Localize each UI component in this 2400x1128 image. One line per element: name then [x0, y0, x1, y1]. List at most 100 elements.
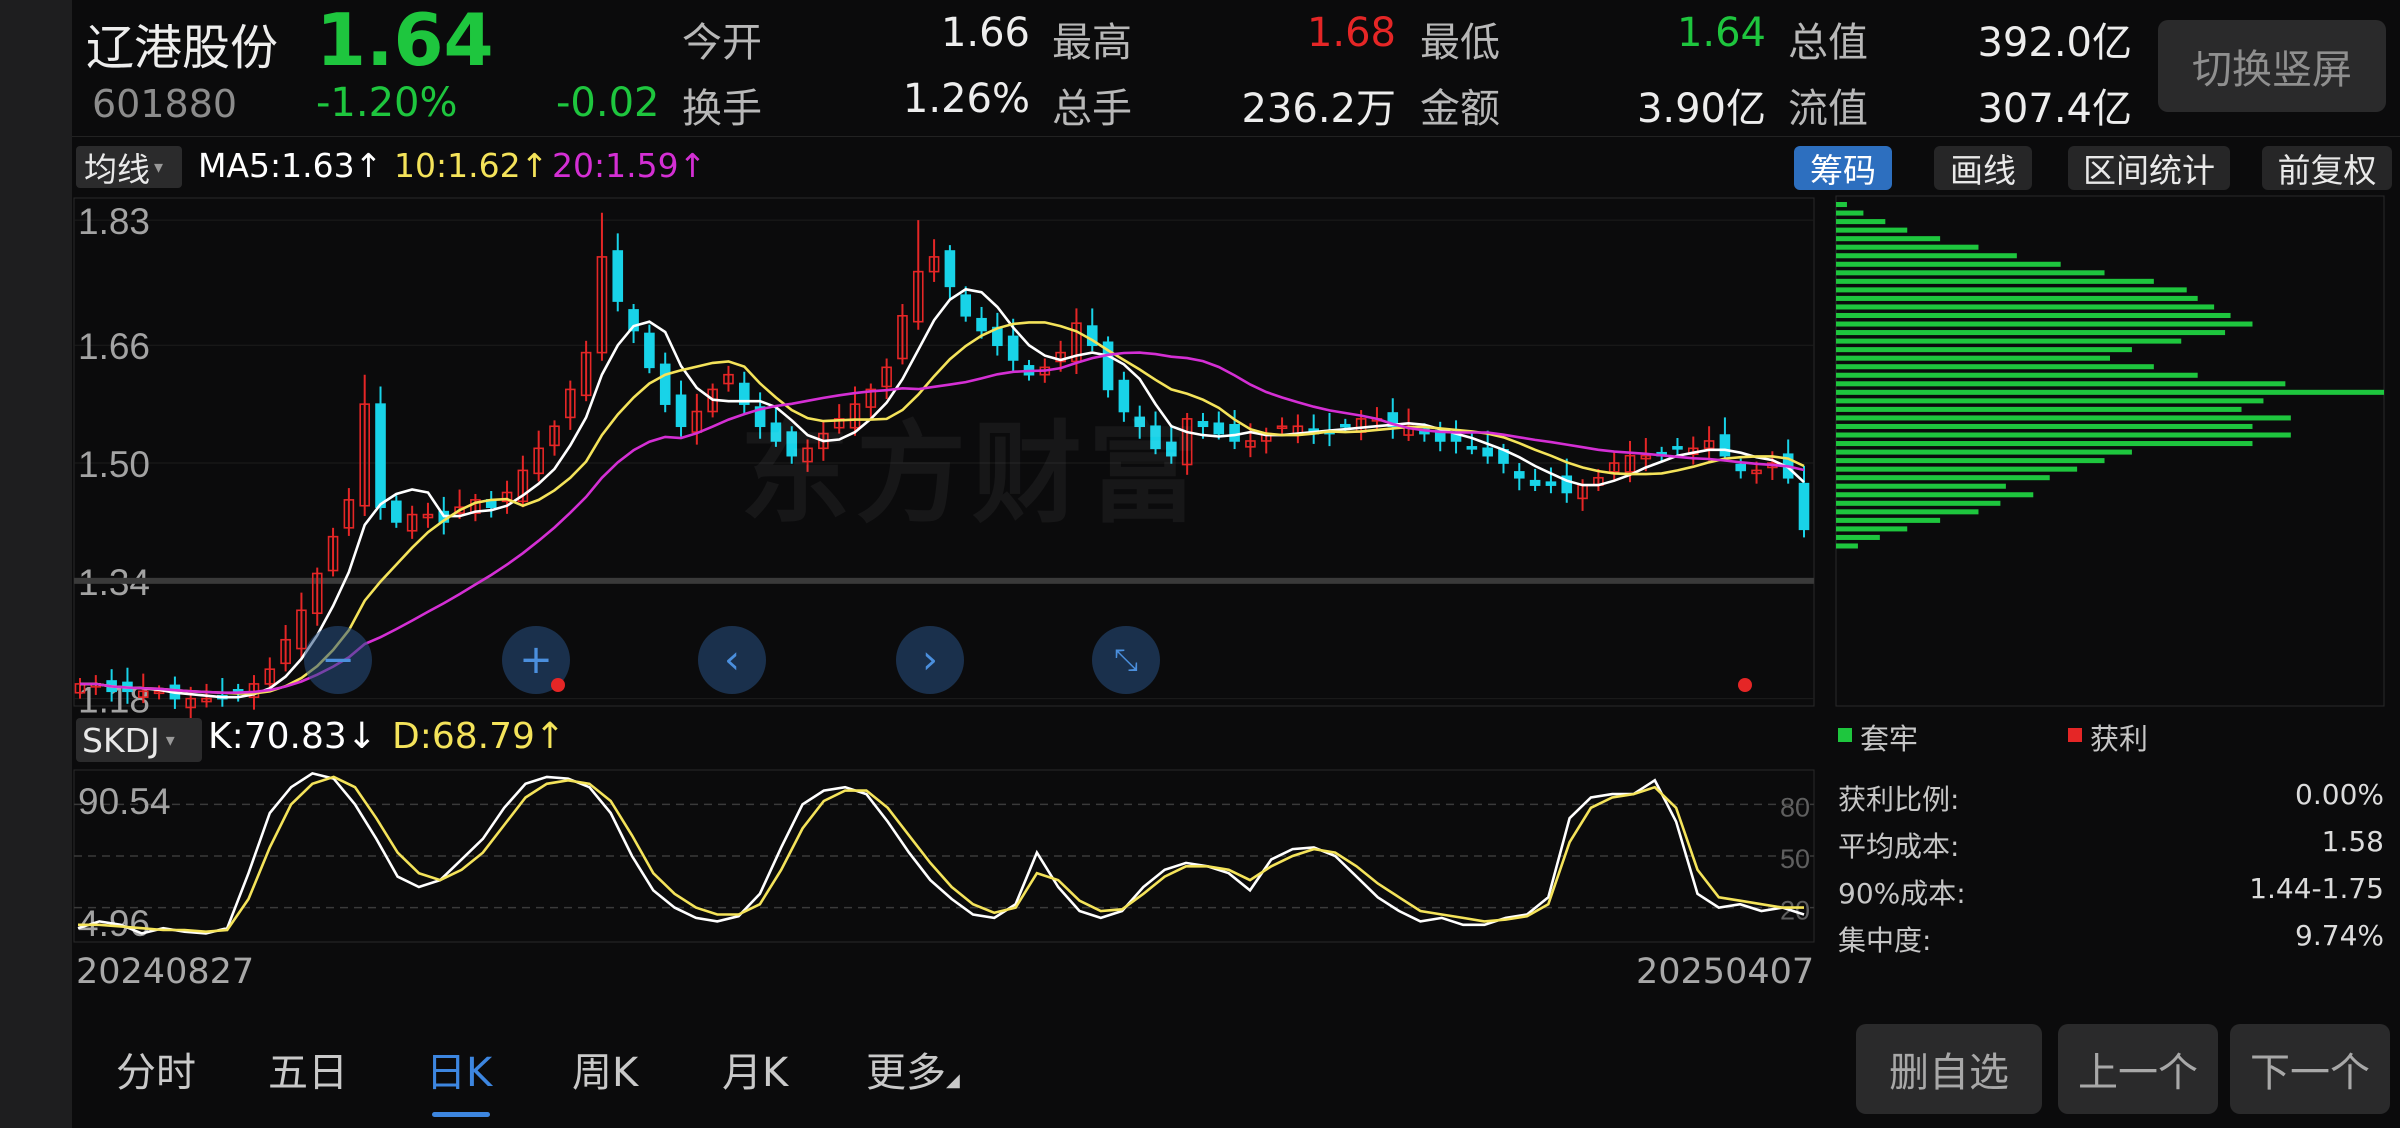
chart-canvas: 1.831.661.501.341.18 80502090.544.96 [73, 195, 2385, 944]
chip-bar [1836, 219, 1886, 225]
d-value: D:68.79↑ [392, 716, 566, 757]
chip-bar [1836, 330, 2226, 336]
chevron-down-icon: ▾ [165, 729, 175, 751]
candle-body [1719, 434, 1731, 457]
active-tab-underline [432, 1112, 490, 1117]
chip-bar [1836, 517, 1941, 523]
chip-bar [1836, 406, 2242, 412]
tab-monthly-k[interactable]: 月K [722, 1040, 788, 1098]
chip-bar [1836, 321, 2253, 327]
candle-body [1229, 423, 1240, 442]
candle-body [1466, 446, 1478, 450]
profit-ratio-label: 获利比例: [1838, 783, 1960, 816]
scroll-right-button[interactable]: › [896, 626, 964, 694]
chip-bar [1836, 483, 2006, 489]
skdj-right-tick: 80 [1780, 792, 1810, 822]
zoom-out-button[interactable]: − [304, 626, 372, 694]
chip-bar [1836, 398, 2264, 404]
tab-five-day[interactable]: 五日 [268, 1040, 348, 1098]
chip-bar [1836, 389, 2384, 395]
skdj-tick-high: 90.54 [78, 781, 171, 822]
loss-legend-label: 套牢 [1860, 722, 1919, 756]
watermark: 东方财富 [740, 410, 1204, 538]
avg-cost-value: 1.58 [2321, 825, 2384, 858]
chip-bar [1836, 210, 1864, 216]
chip-bar [1836, 526, 1908, 532]
chip-bar [1836, 509, 1979, 515]
collapse-button[interactable]: ⤡ [1092, 626, 1160, 694]
chip-bar [1836, 287, 2187, 293]
tab-more[interactable]: 更多◢ [866, 1040, 960, 1098]
k-value: K:70.83↓ [208, 716, 377, 757]
candle-body [675, 394, 687, 428]
remove-watchlist-button[interactable]: 删自选 [1856, 1024, 2042, 1114]
chip-bar [1836, 543, 1858, 549]
candle-body [612, 250, 624, 302]
candle-body [1735, 463, 1747, 472]
profit-legend-label: 获利 [2090, 722, 2149, 756]
scroll-left-button[interactable]: ‹ [698, 626, 766, 694]
event-marker-dot[interactable] [1738, 678, 1752, 692]
start-date: 20240827 [76, 952, 255, 992]
chip-bar [1836, 304, 2215, 310]
tab-daily-k[interactable]: 日K [426, 1040, 492, 1098]
chevron-right-icon: › [922, 637, 938, 683]
tab-more-label: 更多 [866, 1050, 946, 1096]
tab-weekly-k[interactable]: 周K [572, 1040, 638, 1098]
chip-bar [1836, 312, 2231, 319]
chip-bar [1836, 338, 2182, 344]
chip-bar [1836, 381, 2286, 387]
candle-body [1482, 447, 1493, 457]
minus-icon: − [321, 637, 355, 683]
chevron-left-icon: ‹ [724, 637, 740, 683]
candle-body [1514, 471, 1525, 479]
chip-bar [1836, 449, 2132, 455]
candle-body [1213, 422, 1225, 435]
chip-bar [1836, 372, 2198, 378]
y-tick-label: 1.83 [78, 201, 150, 242]
chip-bar [1836, 534, 1880, 540]
chip-bar [1836, 261, 2061, 267]
tab-intraday[interactable]: 分时 [116, 1040, 196, 1098]
candle-body [960, 294, 972, 317]
concentration-label: 集中度: [1838, 924, 1932, 957]
chip-bar [1836, 466, 2078, 472]
candle-body [1798, 482, 1810, 531]
profit-legend-swatch [2068, 728, 2082, 742]
profit-ratio-value: 0.00% [2295, 778, 2384, 811]
end-date: 20250407 [1636, 952, 1815, 992]
chip-bar [1836, 347, 2132, 353]
y-tick-label: 1.66 [78, 326, 150, 367]
skdj-chart: 80502090.544.96 [73, 769, 1815, 944]
chip-bar [1836, 244, 1979, 250]
chip-bar [1836, 458, 2105, 464]
chip-bar [1836, 432, 2291, 438]
candle-body [1529, 479, 1541, 486]
candle-body [644, 332, 655, 369]
reference-band [74, 577, 1814, 584]
chip-bar [1836, 415, 2291, 421]
cost-90-label: 90%成本: [1838, 877, 1966, 910]
collapse-arrows-icon: ⤡ [1114, 642, 1138, 678]
chip-bar [1836, 278, 2154, 284]
chip-bar [1836, 492, 2034, 498]
chip-bar [1836, 475, 2050, 481]
skdj-d-line [78, 775, 1804, 934]
chip-bar [1836, 295, 2198, 301]
next-stock-button[interactable]: 下一个 [2230, 1024, 2390, 1114]
previous-stock-button[interactable]: 上一个 [2058, 1024, 2218, 1114]
event-marker-dot[interactable] [551, 678, 565, 692]
candle-body [1545, 481, 1557, 486]
chip-bar [1836, 423, 2253, 429]
skdj-k-line [77, 772, 1805, 935]
indicator-selector-dropdown[interactable]: SKDJ ▾ [76, 718, 202, 762]
candle-body [944, 250, 956, 288]
chip-bar [1836, 355, 2110, 361]
chip-bar [1836, 202, 1847, 208]
loss-legend-swatch [1838, 728, 1852, 742]
chip-bar [1836, 364, 2154, 370]
candle-body [976, 317, 987, 332]
avg-cost-label: 平均成本: [1838, 830, 1960, 863]
chip-bar [1836, 270, 2105, 276]
candle-body [1672, 446, 1683, 450]
